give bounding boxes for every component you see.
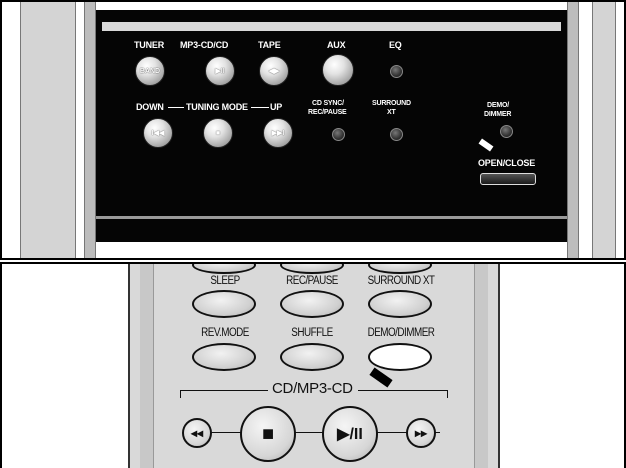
right-side-rail xyxy=(592,2,616,258)
shuffle-button[interactable] xyxy=(280,343,344,371)
surround-label-line2: XT xyxy=(387,109,396,116)
aux-label: AUX xyxy=(327,40,346,50)
demo-label-line2: DIMMER xyxy=(484,111,512,118)
open-close-button[interactable] xyxy=(480,173,536,185)
skip-forward-icon: ▸▸ xyxy=(414,426,428,440)
down-button[interactable]: I◀◀ xyxy=(143,118,173,148)
skip-back-icon: ◂◂ xyxy=(190,426,204,440)
surround-button[interactable] xyxy=(390,128,403,141)
prev-track-button[interactable]: ◂◂ xyxy=(182,418,212,448)
eq-button[interactable] xyxy=(390,65,403,78)
tuner-band-button[interactable]: BAND xyxy=(135,56,165,86)
tape-button[interactable]: ◀▶ xyxy=(259,56,289,86)
stop-button[interactable]: ■ xyxy=(240,406,296,462)
rev-mode-button[interactable] xyxy=(192,343,256,371)
group-bracket-right-tick xyxy=(447,390,448,398)
remote-top-button-1[interactable] xyxy=(192,264,256,274)
left-side-rail xyxy=(20,2,76,258)
remote-top-button-2[interactable] xyxy=(280,264,344,274)
front-panel-top-strip xyxy=(102,22,561,31)
surround-xt-label: SURROUND XT xyxy=(367,275,435,287)
rec-pause-button[interactable] xyxy=(280,290,344,318)
next-track-button[interactable]: ▸▸ xyxy=(406,418,436,448)
play-pause-icon: ▶/II xyxy=(337,426,363,443)
left-inner-rail xyxy=(84,2,96,258)
cd-mp3-cd-group-label: CD/MP3-CD xyxy=(272,380,353,397)
remote-top-button-3[interactable] xyxy=(368,264,432,274)
tuning-mode-label: TUNING MODE xyxy=(186,102,248,112)
remote-body: SLEEP REC/PAUSE SURROUND XT REV.MODE SHU… xyxy=(128,264,500,468)
skip-back-icon: I◀◀ xyxy=(151,130,165,137)
tuning-line-right xyxy=(251,107,269,108)
up-label: UP xyxy=(270,102,283,112)
sleep-button[interactable] xyxy=(192,290,256,318)
open-close-label: OPEN/CLOSE xyxy=(478,158,536,168)
group-bracket-right xyxy=(358,390,448,391)
tape-label: TAPE xyxy=(258,40,281,50)
rev-mode-label: REV.MODE xyxy=(201,327,249,339)
skip-forward-icon: ▶▶I xyxy=(271,130,285,137)
cd-sync-label-line1: CD SYNC/ xyxy=(312,100,344,107)
remote-pointer-arrow-icon xyxy=(369,367,393,388)
surround-label-line1: SURROUND xyxy=(372,100,411,107)
tuner-label: TUNER xyxy=(134,40,164,50)
pointer-arrow-icon xyxy=(478,138,494,152)
tuning-line-left xyxy=(168,107,184,108)
mp3cd-label: MP3-CD/CD xyxy=(180,40,229,50)
remote-panel: SLEEP REC/PAUSE SURROUND XT REV.MODE SHU… xyxy=(0,262,626,468)
remote-left-edge xyxy=(140,264,154,468)
stop-icon: ■ xyxy=(261,422,275,445)
stop-icon: ■ xyxy=(215,129,221,137)
mp3cd-button[interactable]: ▶II xyxy=(205,56,235,86)
eq-label: EQ xyxy=(389,40,402,50)
cd-sync-button[interactable] xyxy=(332,128,345,141)
shuffle-label: SHUFFLE xyxy=(291,327,333,339)
sleep-label: SLEEP xyxy=(210,275,240,287)
front-panel-bottom-strip xyxy=(96,216,567,219)
main-unit-panel: TUNER MP3-CD/CD TAPE AUX EQ BAND ▶II ◀▶ … xyxy=(0,0,626,260)
tuning-mode-button[interactable]: ■ xyxy=(203,118,233,148)
remote-right-edge xyxy=(474,264,488,468)
aux-button[interactable] xyxy=(322,54,354,86)
demo-label-line1: DEMO/ xyxy=(487,102,509,109)
rec-pause-label: REC/PAUSE xyxy=(286,275,338,287)
band-sub-label: BAND xyxy=(139,67,161,75)
demo-dimmer-button-remote[interactable] xyxy=(368,343,432,371)
group-bracket-left-tick xyxy=(180,390,181,398)
play-pause-button[interactable]: ▶/II xyxy=(322,406,378,462)
play-pause-icon: ▶II xyxy=(215,68,225,75)
right-inner-rail xyxy=(567,2,579,258)
demo-dimmer-button[interactable] xyxy=(500,125,513,138)
demo-dimmer-label: DEMO/DIMMER xyxy=(367,327,435,339)
play-reverse-icon: ◀▶ xyxy=(268,68,280,75)
down-label: DOWN xyxy=(136,102,164,112)
front-panel: TUNER MP3-CD/CD TAPE AUX EQ BAND ▶II ◀▶ … xyxy=(96,10,567,242)
cd-sync-label-line2: REC/PAUSE xyxy=(308,109,347,116)
group-bracket-left xyxy=(180,390,268,391)
surround-xt-button[interactable] xyxy=(368,290,432,318)
up-button[interactable]: ▶▶I xyxy=(263,118,293,148)
